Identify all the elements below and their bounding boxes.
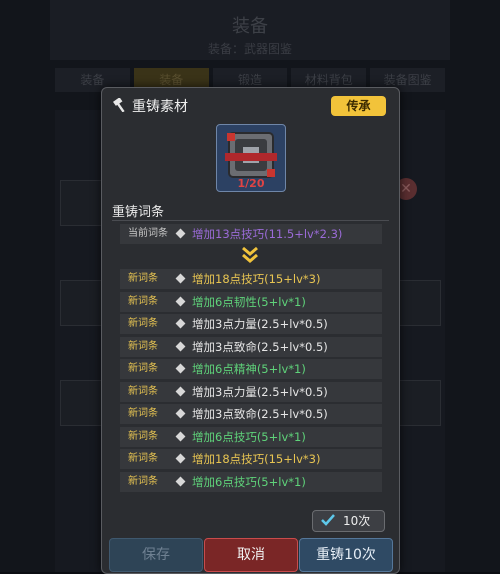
- new-tag: 新词条: [128, 318, 158, 329]
- checkmark-icon: [321, 514, 335, 526]
- background-slot: [395, 280, 441, 326]
- new-tag: 新词条: [128, 385, 158, 397]
- new-attribute-row: 新词条 增加3点致命(2.5+lv*0.5): [120, 404, 382, 424]
- current-attribute-text: 增加13点技巧(11.5+lv*2.3): [192, 227, 343, 241]
- new-tag: 新词条: [128, 408, 158, 419]
- new-attribute-text: 增加18点技巧(15+lv*3): [192, 272, 321, 286]
- new-attribute-row: 新词条 增加6点技巧(5+lv*1): [120, 471, 382, 492]
- background-subtitle: 装备：武器图鉴: [207, 42, 292, 56]
- diamond-icon: [175, 476, 186, 486]
- new-attribute-text: 增加6点技巧(5+lv*1): [192, 474, 306, 489]
- hammer-icon: [113, 98, 125, 112]
- background-slot: [60, 280, 106, 326]
- new-attribute-row: 新词条 增加18点技巧(15+lv*3): [120, 269, 382, 289]
- dialog-header: 重铸素材 传承: [102, 88, 399, 122]
- dialog-title: 重铸素材: [132, 99, 188, 115]
- new-tag: 新词条: [128, 363, 158, 374]
- background-slot: [395, 380, 441, 426]
- new-tag: 新词条: [128, 475, 158, 487]
- new-attribute-row: 新词条 增加6点韧性(5+lv*1): [120, 291, 382, 312]
- inherit-button[interactable]: 传承: [331, 96, 386, 116]
- background-title: 装备: [232, 16, 268, 37]
- diamond-icon: [175, 431, 186, 441]
- diamond-icon: [175, 273, 186, 284]
- repeat-count-label: 10次: [343, 514, 371, 528]
- section-title: 重铸词条: [112, 205, 165, 220]
- diamond-icon: [175, 341, 186, 351]
- divider: [112, 220, 389, 221]
- new-tag: 新词条: [128, 453, 158, 464]
- new-attribute-row: 新词条 增加6点精神(5+lv*1): [120, 359, 382, 379]
- new-attribute-text: 增加6点精神(5+lv*1): [192, 362, 306, 376]
- diamond-icon: [175, 363, 186, 374]
- new-attribute-text: 增加18点技巧(15+lv*3): [192, 452, 321, 466]
- current-tag: 当前词条: [128, 228, 168, 239]
- new-attribute-text: 增加6点技巧(5+lv*1): [192, 429, 306, 444]
- diamond-icon: [175, 408, 186, 419]
- material-slot[interactable]: 1/20: [216, 124, 286, 192]
- new-attribute-row: 新词条 增加18点技巧(15+lv*3): [120, 449, 382, 469]
- background-slot: [60, 180, 106, 226]
- new-attribute-text: 增加3点力量(2.5+lv*0.5): [192, 317, 328, 331]
- new-attribute-row: 新词条 增加6点技巧(5+lv*1): [120, 426, 382, 447]
- new-attribute-text: 增加3点力量(2.5+lv*0.5): [192, 384, 328, 399]
- diamond-icon: [175, 453, 186, 464]
- new-attribute-row: 新词条 增加3点致命(2.5+lv*0.5): [120, 336, 382, 357]
- diamond-icon: [175, 228, 186, 239]
- current-attribute-row: 当前词条 增加13点技巧(11.5+lv*2.3): [120, 224, 382, 244]
- new-tag: 新词条: [128, 273, 158, 284]
- save-button[interactable]: 保存: [109, 538, 203, 572]
- diamond-icon: [175, 386, 186, 396]
- recast-button[interactable]: 重铸10次: [299, 538, 393, 572]
- new-attribute-text: 增加3点致命(2.5+lv*0.5): [192, 339, 328, 354]
- new-attribute-text: 增加6点韧性(5+lv*1): [192, 294, 306, 309]
- cancel-button[interactable]: 取消: [204, 538, 298, 572]
- material-count: 1/20: [237, 177, 265, 190]
- recast-dialog: 重铸素材 传承 1/20 重铸词条 当前词条 增加13点技巧(11.5+lv*2…: [101, 87, 400, 574]
- background-slot: [60, 380, 106, 426]
- new-attribute-text: 增加3点致命(2.5+lv*0.5): [192, 407, 328, 421]
- new-attribute-row: 新词条 增加3点力量(2.5+lv*0.5): [120, 314, 382, 334]
- new-tag: 新词条: [128, 295, 158, 307]
- new-tag: 新词条: [128, 340, 158, 352]
- diamond-icon: [175, 318, 186, 329]
- double-chevron-down-icon: [242, 246, 258, 263]
- new-tag: 新词条: [128, 430, 158, 442]
- diamond-icon: [175, 296, 186, 306]
- repeat-count-selector[interactable]: 10次: [312, 510, 385, 532]
- new-attribute-row: 新词条 增加3点力量(2.5+lv*0.5): [120, 381, 382, 402]
